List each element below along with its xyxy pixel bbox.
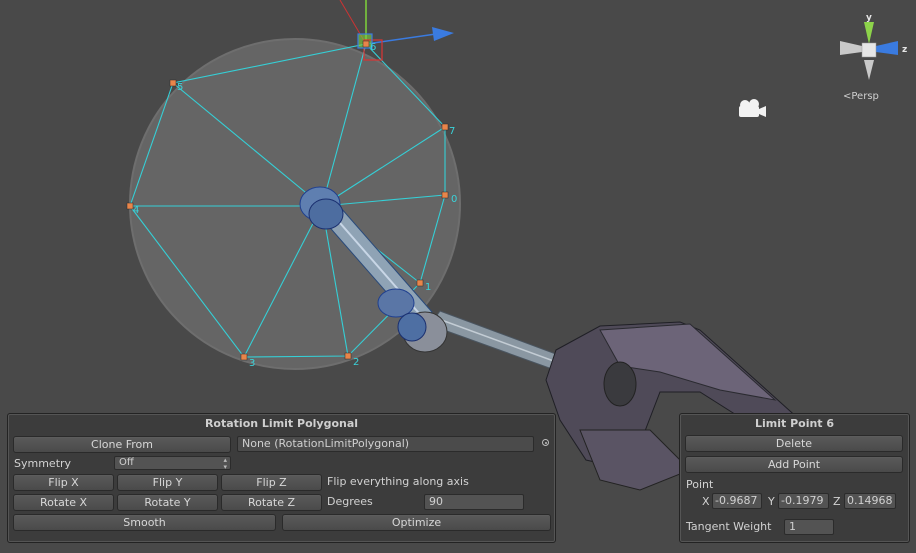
point-label-3: 3 xyxy=(249,358,255,369)
point-x-label: X xyxy=(702,495,710,508)
optimize-button[interactable]: Optimize xyxy=(282,514,551,531)
point-z-label: Z xyxy=(833,495,841,508)
camera-icon xyxy=(739,99,766,117)
add-point-button[interactable]: Add Point xyxy=(685,456,903,473)
limit-point-0[interactable] xyxy=(441,191,449,199)
symmetry-label: Symmetry xyxy=(14,457,72,470)
limit-point-6[interactable] xyxy=(362,40,370,48)
tangent-weight-field[interactable]: 1 xyxy=(784,519,834,535)
tangent-weight-label: Tangent Weight xyxy=(686,520,772,533)
rotate-x-button[interactable]: Rotate X xyxy=(13,494,114,511)
rotate-z-button[interactable]: Rotate Z xyxy=(221,494,322,511)
point-label-7: 7 xyxy=(449,126,455,137)
point-x-field[interactable]: -0.9687 xyxy=(712,493,762,509)
symmetry-dropdown[interactable]: Off ▴ ▾ xyxy=(114,456,231,470)
flip-y-button[interactable]: Flip Y xyxy=(117,474,218,491)
dropdown-arrows-icon: ▴ ▾ xyxy=(223,456,227,470)
limit-point-title: Limit Point 6 xyxy=(754,417,835,430)
limit-point-1[interactable] xyxy=(416,279,424,287)
limit-point-panel: Limit Point 6 Delete Add Point Point X -… xyxy=(679,413,910,543)
point-label-4: 4 xyxy=(133,205,139,216)
flip-x-button[interactable]: Flip X xyxy=(13,474,114,491)
limit-point-2[interactable] xyxy=(344,352,352,360)
gizmo-z-label: z xyxy=(902,45,907,55)
degrees-field[interactable]: 90 xyxy=(424,494,524,510)
gizmo-y-label: y xyxy=(866,13,872,23)
limit-point-5[interactable] xyxy=(169,79,177,87)
smooth-button[interactable]: Smooth xyxy=(13,514,276,531)
delete-point-button[interactable]: Delete xyxy=(685,435,903,452)
point-z-field[interactable]: 0.14968 xyxy=(844,493,896,509)
point-label-6: 6 xyxy=(370,42,376,53)
point-y-label: Y xyxy=(768,495,775,508)
rotation-limit-panel: Rotation Limit Polygonal Clone From None… xyxy=(7,413,556,543)
symmetry-value: Off xyxy=(119,457,134,468)
limit-point-7[interactable] xyxy=(441,123,449,131)
projection-label[interactable]: <Persp xyxy=(843,91,879,102)
flip-hint-label: Flip everything along axis xyxy=(327,475,469,488)
rotation-panel-title: Rotation Limit Polygonal xyxy=(204,417,359,430)
view-gizmo-icon[interactable]: y z xyxy=(840,13,907,80)
clone-from-button[interactable]: Clone From xyxy=(13,436,231,453)
point-label-2: 2 xyxy=(353,357,359,368)
point-y-field[interactable]: -0.1979 xyxy=(778,493,829,509)
rotate-y-button[interactable]: Rotate Y xyxy=(117,494,218,511)
object-picker-icon[interactable] xyxy=(542,439,549,446)
degrees-label: Degrees xyxy=(327,495,373,508)
point-label-5: 5 xyxy=(177,82,183,93)
clone-from-field[interactable]: None (RotationLimitPolygonal) xyxy=(237,436,534,452)
point-label: Point xyxy=(686,478,714,491)
point-label-1: 1 xyxy=(425,282,431,293)
flip-z-button[interactable]: Flip Z xyxy=(221,474,322,491)
limit-point-3[interactable] xyxy=(240,353,248,361)
point-label-0: 0 xyxy=(451,194,457,205)
